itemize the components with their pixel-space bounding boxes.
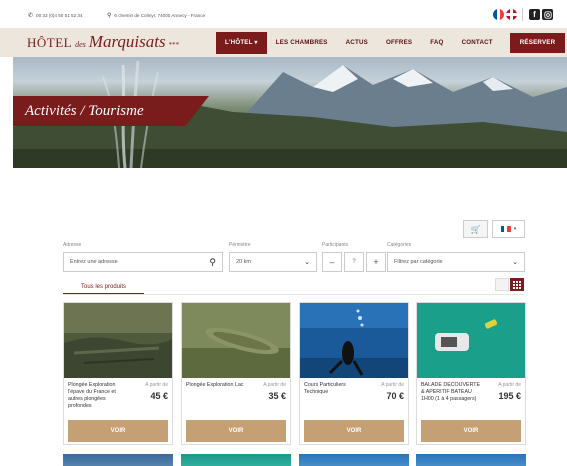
product-name: Plongée Exploration l'épave du France et… xyxy=(68,382,116,409)
product-price: 35 € xyxy=(268,391,286,401)
product-image-boat xyxy=(417,303,525,378)
language-flags xyxy=(493,9,517,20)
participants-value[interactable]: ? xyxy=(344,252,364,272)
perimeter-label: Périmètre xyxy=(229,242,251,248)
phone-number: 00 33 (0)4 50 51 52 34 xyxy=(36,13,83,18)
french-flag-icon xyxy=(500,226,511,232)
product-price: 70 € xyxy=(386,391,404,401)
view-product-button[interactable]: VOIR xyxy=(68,420,168,442)
logo-main: HÔTEL xyxy=(27,35,73,50)
product-image-diver xyxy=(300,303,408,378)
product-from-label: A partir de xyxy=(263,382,286,388)
cart-icon: 🛒 xyxy=(470,224,481,234)
french-flag-icon[interactable] xyxy=(493,9,504,20)
facebook-icon[interactable]: f xyxy=(529,9,540,20)
product-card[interactable]: Plongée Exploration l'épave du France et… xyxy=(63,302,173,445)
view-product-button[interactable]: VOIR xyxy=(304,420,404,442)
product-card-next-image[interactable] xyxy=(181,454,291,466)
participants-stepper: – ? + xyxy=(322,252,386,272)
instagram-icon[interactable] xyxy=(542,9,553,20)
categories-select[interactable]: Filtrez par catégorie ⌄ xyxy=(387,252,525,272)
product-name: Plongée Exploration Lac xyxy=(186,382,244,388)
location-pin-icon: ⚲ xyxy=(209,256,216,267)
product-image-pike xyxy=(182,303,290,378)
product-image-wreck xyxy=(64,303,172,378)
chevron-down-icon: ▾ xyxy=(513,226,517,232)
nav-item-hotel[interactable]: L'HÔTEL ▾ xyxy=(216,31,267,54)
categories-value: Filtrez par catégorie xyxy=(394,259,443,265)
phone-info[interactable]: ✆ 00 33 (0)4 50 51 52 34 xyxy=(28,12,83,19)
main-navbar: HÔTEL des Marquisats *** L'HÔTEL ▾ LES C… xyxy=(0,28,567,57)
nav-menu: L'HÔTEL ▾ LES CHAMBRES ACTUS OFFRES FAQ … xyxy=(216,28,566,57)
perimeter-select[interactable]: 20 km ⌄ xyxy=(229,252,317,272)
perimeter-value: 20 km xyxy=(236,259,251,265)
nav-item-faq[interactable]: FAQ xyxy=(421,28,452,57)
logo-stars: *** xyxy=(168,41,180,49)
tab-all-products[interactable]: Tous les produits xyxy=(63,280,144,294)
logo-name: Marquisats xyxy=(88,32,166,51)
product-price: 45 € xyxy=(150,391,168,401)
participants-plus-button[interactable]: + xyxy=(366,252,386,272)
product-card[interactable]: Plongée Exploration Lac A partir de 35 €… xyxy=(181,302,291,445)
address-text: 6 chemin de Colmyr, 74000 Annecy - Franc… xyxy=(114,13,206,18)
product-from-label: A partir de xyxy=(498,382,521,388)
top-info-bar: ✆ 00 33 (0)4 50 51 52 34 ⚲ 6 chemin de C… xyxy=(0,0,567,30)
view-product-button[interactable]: VOIR xyxy=(186,420,286,442)
product-card-next-image[interactable] xyxy=(299,454,409,466)
hero-title-banner: Activités / Tourisme xyxy=(13,96,209,126)
location-pin-icon: ⚲ xyxy=(107,13,112,19)
language-select[interactable]: ▾ xyxy=(492,220,525,238)
page-title: Activités / Tourisme xyxy=(25,102,144,119)
participants-label: Participants xyxy=(322,242,349,248)
participants-minus-button[interactable]: – xyxy=(322,252,342,272)
product-card-next-image[interactable] xyxy=(63,454,173,466)
grid-view-toggle[interactable] xyxy=(510,278,524,291)
social-links: f xyxy=(529,9,553,20)
categories-label: Catégories xyxy=(387,242,412,248)
nav-item-offres[interactable]: OFFRES xyxy=(377,28,421,57)
nav-item-actus[interactable]: ACTUS xyxy=(337,28,377,57)
address-placeholder: Entrez une adresse xyxy=(70,259,118,265)
product-price: 195 € xyxy=(498,391,521,401)
product-from-label: A partir de xyxy=(381,382,404,388)
product-card[interactable]: BALADE DECOUVERTE & APERITIF BATEAU 1H00… xyxy=(416,302,526,445)
english-flag-icon[interactable] xyxy=(506,9,517,20)
phone-icon: ✆ xyxy=(28,13,34,19)
product-name: BALADE DECOUVERTE & APERITIF BATEAU 1H00… xyxy=(421,382,481,402)
address-label: Adresse xyxy=(63,242,82,248)
chevron-down-icon: ⌄ xyxy=(512,259,518,266)
product-from-label: A partir de xyxy=(145,382,168,388)
product-name: Cours Particuliers Technique xyxy=(304,382,346,395)
nav-item-chambres[interactable]: LES CHAMBRES xyxy=(267,28,337,57)
list-view-toggle[interactable] xyxy=(495,278,509,291)
chevron-down-icon: ⌄ xyxy=(304,259,310,266)
address-input[interactable]: Entrez une adresse ⚲ xyxy=(63,252,223,272)
topbar-divider xyxy=(522,8,523,21)
reserve-button[interactable]: RÉSERVER xyxy=(509,32,566,53)
view-product-button[interactable]: VOIR xyxy=(421,420,521,442)
nav-item-contact[interactable]: CONTACT xyxy=(453,28,502,57)
product-card[interactable]: Cours Particuliers Technique A partir de… xyxy=(299,302,409,445)
logo-des: des xyxy=(75,40,86,49)
cart-button[interactable]: 🛒 xyxy=(463,220,488,238)
hotel-logo[interactable]: HÔTEL des Marquisats *** xyxy=(27,32,179,52)
address-info: ⚲ 6 chemin de Colmyr, 74000 Annecy - Fra… xyxy=(107,12,205,19)
product-card-next-image[interactable] xyxy=(416,454,526,466)
tab-divider xyxy=(63,294,524,295)
